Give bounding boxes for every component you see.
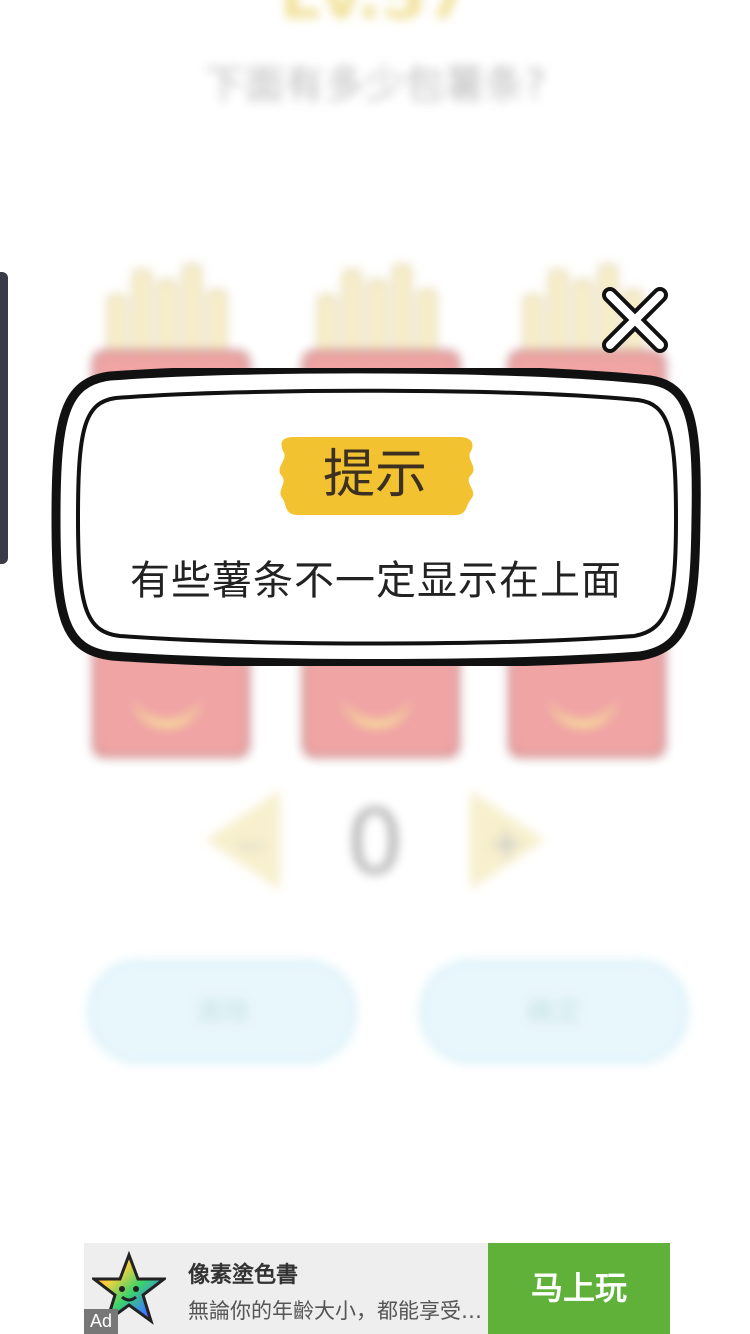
- side-handle[interactable]: [0, 272, 8, 564]
- minus-icon: —: [235, 828, 265, 863]
- ad-title: 像素塗色書: [188, 1263, 299, 1288]
- dialog-title: 提示: [322, 445, 427, 505]
- dialog-message: 有些薯条不一定显示在上面: [130, 558, 622, 604]
- counter-value: 0: [346, 790, 404, 895]
- counter: — 0 +: [0, 790, 750, 900]
- ad-description: 無論你的年齡大小，都能享受…: [188, 1299, 482, 1323]
- ad-badge: Ad: [84, 1309, 119, 1334]
- background-game-scene: Lv.57 下面有多少包薯条?: [0, 0, 750, 1334]
- level-label: Lv.57: [0, 0, 750, 34]
- ad-banner[interactable]: Ad 像素塗色書 無論你的年齡大小，都能享受… 马上玩: [84, 1243, 670, 1334]
- question-text: 下面有多少包薯条?: [204, 62, 546, 108]
- close-icon: [602, 287, 668, 353]
- clear-button[interactable]: 清除: [88, 960, 356, 1063]
- confirm-button[interactable]: 确定: [420, 960, 688, 1063]
- play-now-button[interactable]: 马上玩: [488, 1243, 670, 1334]
- close-button[interactable]: [600, 285, 670, 355]
- plus-icon: +: [488, 818, 525, 869]
